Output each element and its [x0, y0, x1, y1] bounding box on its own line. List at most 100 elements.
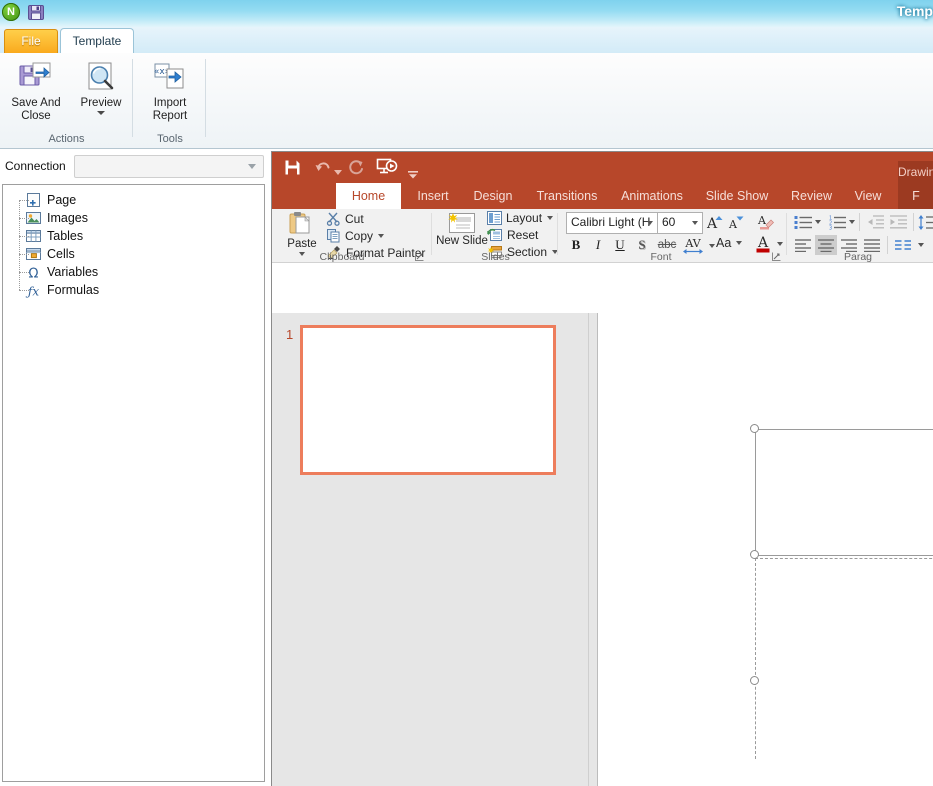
font-dialog-launcher[interactable]	[772, 252, 781, 261]
group-divider	[557, 213, 558, 255]
import-report-icon: «x»	[139, 57, 201, 97]
n-logo-icon[interactable]: N	[2, 3, 20, 21]
undo-arrow-icon[interactable]	[314, 157, 332, 177]
layout-icon	[487, 211, 502, 225]
floppy-save-icon[interactable]	[26, 2, 46, 22]
change-case-icon: Aa	[716, 236, 732, 250]
tab-review[interactable]: Review	[781, 183, 842, 209]
ribbon-group-actions: Save And Close Preview Actions	[0, 53, 133, 148]
resize-handle-top-left[interactable]	[750, 424, 759, 433]
font-size-combobox[interactable]: 60	[657, 212, 703, 234]
scissors-cut-icon	[326, 211, 341, 226]
copy-button[interactable]: Copy	[326, 228, 385, 243]
decrease-indent-icon	[866, 215, 885, 229]
reset-button[interactable]: Reset	[487, 228, 538, 242]
preview-button[interactable]: Preview	[70, 57, 132, 115]
font-name-value: Calibri Light (H	[571, 215, 651, 229]
clipboard-dialog-launcher[interactable]	[415, 252, 424, 261]
outer-window-title: Temp	[896, 3, 933, 19]
tab-view[interactable]: View	[844, 183, 892, 209]
reset-slide-icon	[487, 228, 503, 242]
svg-text:A: A	[706, 216, 718, 230]
tree-item-formulas[interactable]: ƒx Formulas	[7, 272, 264, 299]
increase-font-size-button[interactable]: A	[705, 212, 725, 232]
template-editor-window: N Temp File Template Save And Close Prev…	[0, 0, 933, 786]
chevron-down-icon[interactable]	[815, 220, 821, 224]
clear-formatting-icon: A	[755, 213, 775, 231]
chevron-down-icon[interactable]	[918, 243, 924, 247]
line-spacing-button[interactable]	[917, 212, 933, 232]
new-slide-button[interactable]: New Slide	[436, 211, 488, 248]
change-case-button[interactable]: Aa	[716, 236, 743, 250]
tree-item-images[interactable]: Images	[7, 200, 264, 227]
tab-design[interactable]: Design	[463, 183, 523, 209]
resize-handle-bottom-left[interactable]	[750, 676, 759, 685]
tree-item-variables[interactable]: Ω Variables	[7, 254, 264, 281]
customize-quick-access-toolbar-icon[interactable]	[408, 165, 418, 185]
import-report-button[interactable]: «x» Import Report	[139, 57, 201, 123]
paste-label: Paste	[287, 238, 317, 250]
tree-item-label: Variables	[47, 265, 99, 279]
chevron-down-icon[interactable]	[547, 216, 554, 220]
align-center-button[interactable]	[815, 235, 837, 255]
tab-animations[interactable]: Animations	[611, 183, 693, 209]
align-left-button[interactable]	[792, 235, 814, 255]
body-placeholder[interactable]	[755, 558, 933, 759]
connection-combobox[interactable]	[74, 155, 264, 178]
layout-button[interactable]: Layout	[487, 211, 554, 225]
floppy-save-icon[interactable]	[284, 157, 301, 177]
slide-thumbnail-1[interactable]	[300, 325, 556, 475]
font-name-combobox[interactable]: Calibri Light (H	[566, 212, 658, 234]
tree-connector	[19, 290, 29, 292]
tree-item-tables[interactable]: Tables	[7, 218, 264, 245]
cut-button[interactable]: Cut	[326, 211, 364, 226]
tree-item-label: Page	[47, 193, 77, 207]
ribbon-group-font-label: Font	[650, 251, 672, 263]
ribbon-group-font: Calibri Light (H 60 A A A B I U S abc AV…	[559, 209, 787, 263]
magnifier-preview-icon	[70, 57, 132, 97]
chevron-down-icon[interactable]	[736, 241, 743, 245]
title-placeholder[interactable]	[755, 429, 933, 556]
tab-transitions[interactable]: Transitions	[525, 183, 609, 209]
decrease-font-size-button[interactable]: A	[726, 212, 746, 232]
tab-format[interactable]: F	[898, 183, 933, 209]
slide-pane-scrollbar[interactable]	[588, 313, 597, 786]
increase-indent-icon	[889, 215, 908, 229]
group-divider	[132, 59, 133, 137]
template-tree-panel[interactable]: Page Images Tables Cells Ω Variables ƒx …	[2, 184, 265, 782]
increase-indent-button[interactable]	[887, 212, 909, 232]
chevron-down-icon[interactable]	[378, 233, 385, 238]
tree-connector	[19, 272, 21, 290]
tab-insert[interactable]: Insert	[405, 183, 461, 209]
ppt-ribbon: Paste Cut Copy Format Painter Clipboard …	[272, 209, 933, 263]
chevron-down-icon[interactable]	[334, 163, 342, 183]
redo-arrow-icon[interactable]	[347, 157, 365, 177]
ribbon-group-clipboard: Paste Cut Copy Format Painter Clipboard	[272, 209, 432, 263]
align-right-icon	[840, 238, 858, 252]
svg-text:A: A	[757, 214, 767, 227]
clear-all-formatting-button[interactable]: A	[754, 212, 776, 232]
paste-button[interactable]: Paste	[280, 211, 324, 256]
tree-item-label: Cells	[47, 247, 75, 261]
chevron-down-icon[interactable]	[777, 242, 783, 246]
chevron-down-icon[interactable]	[709, 243, 715, 248]
slide-editing-canvas[interactable]	[598, 313, 933, 786]
slide-thumbnail-pane[interactable]: 1	[272, 313, 598, 786]
tree-item-page[interactable]: Page	[7, 191, 264, 209]
decrease-indent-button[interactable]	[864, 212, 886, 232]
ribbon-group-slides-label: Slides	[481, 251, 510, 263]
bullets-button[interactable]	[792, 212, 814, 232]
tab-template[interactable]: Template	[60, 28, 134, 55]
chevron-down-icon[interactable]	[849, 220, 855, 224]
numbering-button[interactable]: 1 2 3	[826, 212, 848, 232]
save-and-close-button[interactable]: Save And Close	[5, 57, 67, 123]
tree-item-cells[interactable]: Cells	[7, 236, 264, 263]
tab-home[interactable]: Home	[336, 183, 401, 209]
chevron-down-icon[interactable]	[97, 111, 105, 115]
slideshow-screen-icon[interactable]	[376, 157, 398, 177]
tab-file[interactable]: File	[4, 29, 58, 54]
new-slide-label: New Slide	[436, 235, 488, 247]
tree-item-label: Formulas	[47, 283, 100, 297]
resize-handle-middle-left[interactable]	[750, 550, 759, 559]
tab-slide-show[interactable]: Slide Show	[695, 183, 779, 209]
